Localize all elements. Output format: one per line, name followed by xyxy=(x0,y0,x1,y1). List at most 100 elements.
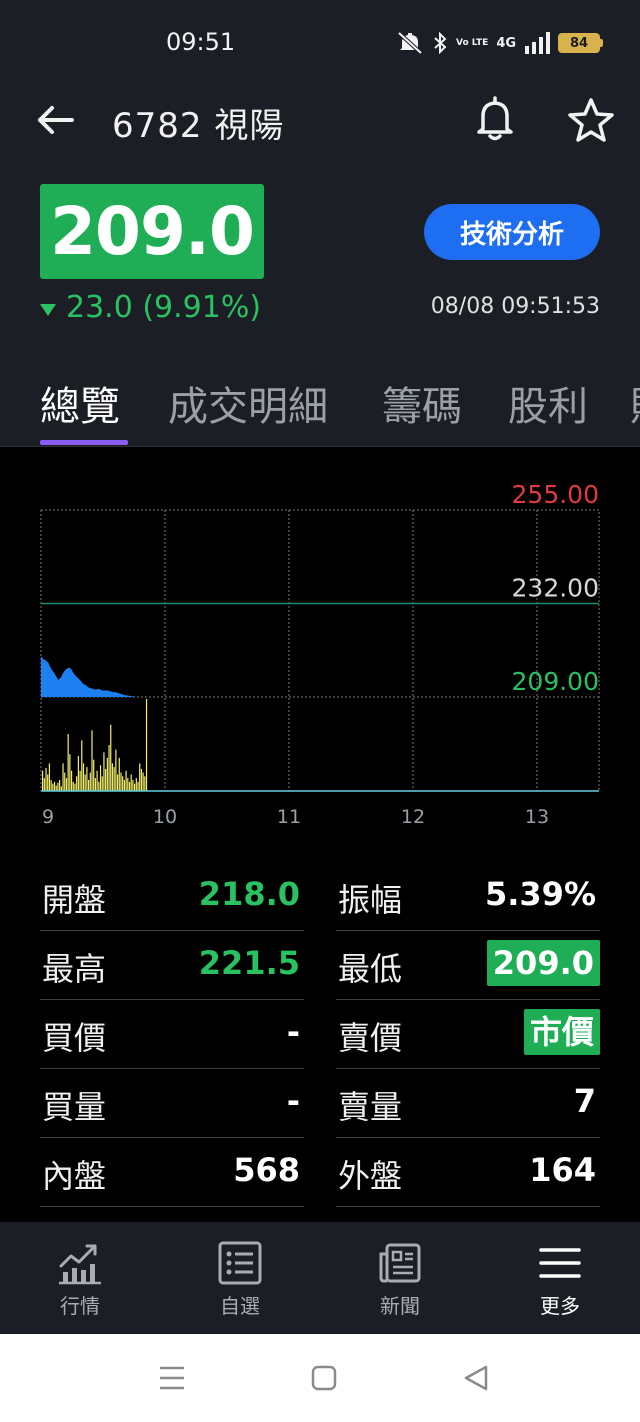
chart-x-tick-label: 12 xyxy=(401,806,425,828)
chart-volume-bar xyxy=(43,778,45,791)
bell-icon[interactable] xyxy=(470,94,520,144)
chart-volume-bar xyxy=(140,768,143,791)
nav-watchlist[interactable]: 自選 xyxy=(180,1240,300,1319)
chart-volume-bar xyxy=(139,763,141,791)
stat-ask-volume-label: 賣量 xyxy=(338,1088,403,1126)
chart-volume-bar xyxy=(93,759,95,791)
back-triangle-icon[interactable] xyxy=(460,1362,492,1394)
chart-volume-bar xyxy=(55,785,57,791)
chart-volume-bar xyxy=(74,783,76,791)
stat-ask-volume: 賣量 7 xyxy=(336,1070,600,1138)
home-icon[interactable] xyxy=(308,1362,340,1394)
chart-volume-bar xyxy=(101,776,103,791)
overview-panel: 9 10 11 12 13 255.00 232.00 209.00 開盤 218.0 最高 … xyxy=(0,447,640,1222)
chart-volume-bar xyxy=(122,776,124,791)
chart-x-tick-label: 11 xyxy=(277,806,301,828)
stat-high-label: 最高 xyxy=(42,950,107,988)
chart-frame xyxy=(40,509,600,792)
nav-news-label: 新聞 xyxy=(380,1294,420,1318)
nav-more-label: 更多 xyxy=(540,1294,580,1318)
chart-volume-bar xyxy=(86,767,88,791)
back-arrow-icon[interactable] xyxy=(34,98,78,142)
chart-volume-bar xyxy=(47,774,49,791)
chart-price-level-label: 255.00 xyxy=(512,480,599,509)
nav-news[interactable]: 新聞 xyxy=(340,1240,460,1319)
chart-volume-bar xyxy=(89,772,91,791)
nav-more[interactable]: 更多 xyxy=(500,1240,620,1319)
status-bar: 09:51 Vo LTE 4G 84 xyxy=(0,0,640,80)
nav-market-label: 行情 xyxy=(60,1294,100,1318)
chart-volume-bar xyxy=(42,770,44,791)
list-icon xyxy=(218,1241,262,1285)
tab-chips[interactable]: 籌碼 xyxy=(382,374,462,432)
tab-dividend[interactable]: 股利 xyxy=(508,374,588,432)
chart-volume-bar xyxy=(72,781,74,791)
chart-volume-bar xyxy=(144,776,146,791)
price-change: 23.0 (9.91%) xyxy=(40,290,261,325)
chart-volume-bar xyxy=(125,770,127,791)
chart-volume-bar xyxy=(79,770,81,791)
stat-outer: 外盤 164 xyxy=(336,1139,600,1207)
chart-volume-bar xyxy=(70,770,73,791)
stat-ask-value: 市價 xyxy=(523,1009,600,1055)
stat-ask: 賣價 市價 xyxy=(336,1001,600,1069)
stat-inner-value: 568 xyxy=(233,1151,300,1189)
system-nav-bar xyxy=(0,1334,640,1422)
nav-watchlist-label: 自選 xyxy=(220,1294,260,1318)
recent-apps-icon[interactable] xyxy=(156,1362,188,1394)
chart-volume-bar xyxy=(62,763,64,791)
chart-volume-bar xyxy=(123,779,125,791)
tab-bar: 總覽 成交明細 籌碼 股利 財 xyxy=(0,368,640,446)
chart-volume-bar xyxy=(77,756,79,791)
stat-bid-volume: 買量 - xyxy=(40,1070,304,1138)
chart-volume-bar xyxy=(142,772,144,791)
tab-active-indicator xyxy=(40,440,128,445)
bluetooth-icon xyxy=(434,31,447,55)
chart-volume-bar xyxy=(69,754,71,791)
network-type: 4G xyxy=(496,35,517,51)
newspaper-icon xyxy=(379,1243,421,1283)
down-triangle-icon xyxy=(40,303,56,316)
tab-overview[interactable]: 總覽 xyxy=(40,374,120,432)
header: 6782 視陽 xyxy=(0,80,640,168)
chart-volume-bar xyxy=(145,699,148,791)
chart-volume-bar xyxy=(82,763,85,791)
stat-low: 最低 209.0 xyxy=(336,932,600,1000)
tab-trade-details[interactable]: 成交明細 xyxy=(168,374,328,432)
chart-x-tick-label: 13 xyxy=(525,806,549,828)
stat-open-value: 218.0 xyxy=(198,875,300,913)
chart-volume-bar xyxy=(135,778,137,791)
technical-analysis-button[interactable]: 技術分析 xyxy=(424,204,600,260)
status-icons: Vo LTE 4G 84 xyxy=(396,28,604,58)
signal-icon xyxy=(525,32,551,54)
tab-next-partial[interactable]: 財 xyxy=(630,374,640,432)
chart-volume-bar xyxy=(53,781,56,791)
chart-volume-bar xyxy=(96,770,98,791)
stat-bid-volume-value: - xyxy=(286,1082,300,1120)
chart-volume-bar xyxy=(64,772,66,791)
chart-volume-bar xyxy=(106,757,108,791)
bottom-nav: 行情 自選 新聞 更多 xyxy=(0,1222,640,1334)
nav-market[interactable]: 行情 xyxy=(20,1240,140,1319)
chart-volume-bar xyxy=(105,768,107,791)
chart-volume-bar xyxy=(45,768,47,791)
stat-open: 開盤 218.0 xyxy=(40,863,304,931)
chart-volume-bar xyxy=(84,774,86,791)
battery-icon: 84 xyxy=(558,33,604,53)
chart-volume-bar xyxy=(103,752,105,791)
chart-volume-bar xyxy=(118,757,120,791)
status-time: 09:51 xyxy=(166,28,236,56)
quote-timestamp: 08/08 09:51:53 xyxy=(430,294,600,319)
chart-volume-bar xyxy=(59,779,61,791)
chart-volume-bar xyxy=(52,783,54,791)
chart-volume-bar xyxy=(88,779,90,791)
star-icon[interactable] xyxy=(566,96,616,146)
chart-volume-bar xyxy=(81,740,83,791)
stat-inner: 內盤 568 xyxy=(40,1139,304,1207)
intraday-chart[interactable]: 9 10 11 12 13 255.00 232.00 209.00 xyxy=(0,447,640,847)
chart-price-level-label: 209.00 xyxy=(512,667,599,696)
chart-volume-bar xyxy=(116,774,119,791)
stat-amplitude-label: 振幅 xyxy=(338,881,403,919)
chart-volume-bar xyxy=(132,779,134,791)
stat-inner-label: 內盤 xyxy=(42,1157,107,1195)
